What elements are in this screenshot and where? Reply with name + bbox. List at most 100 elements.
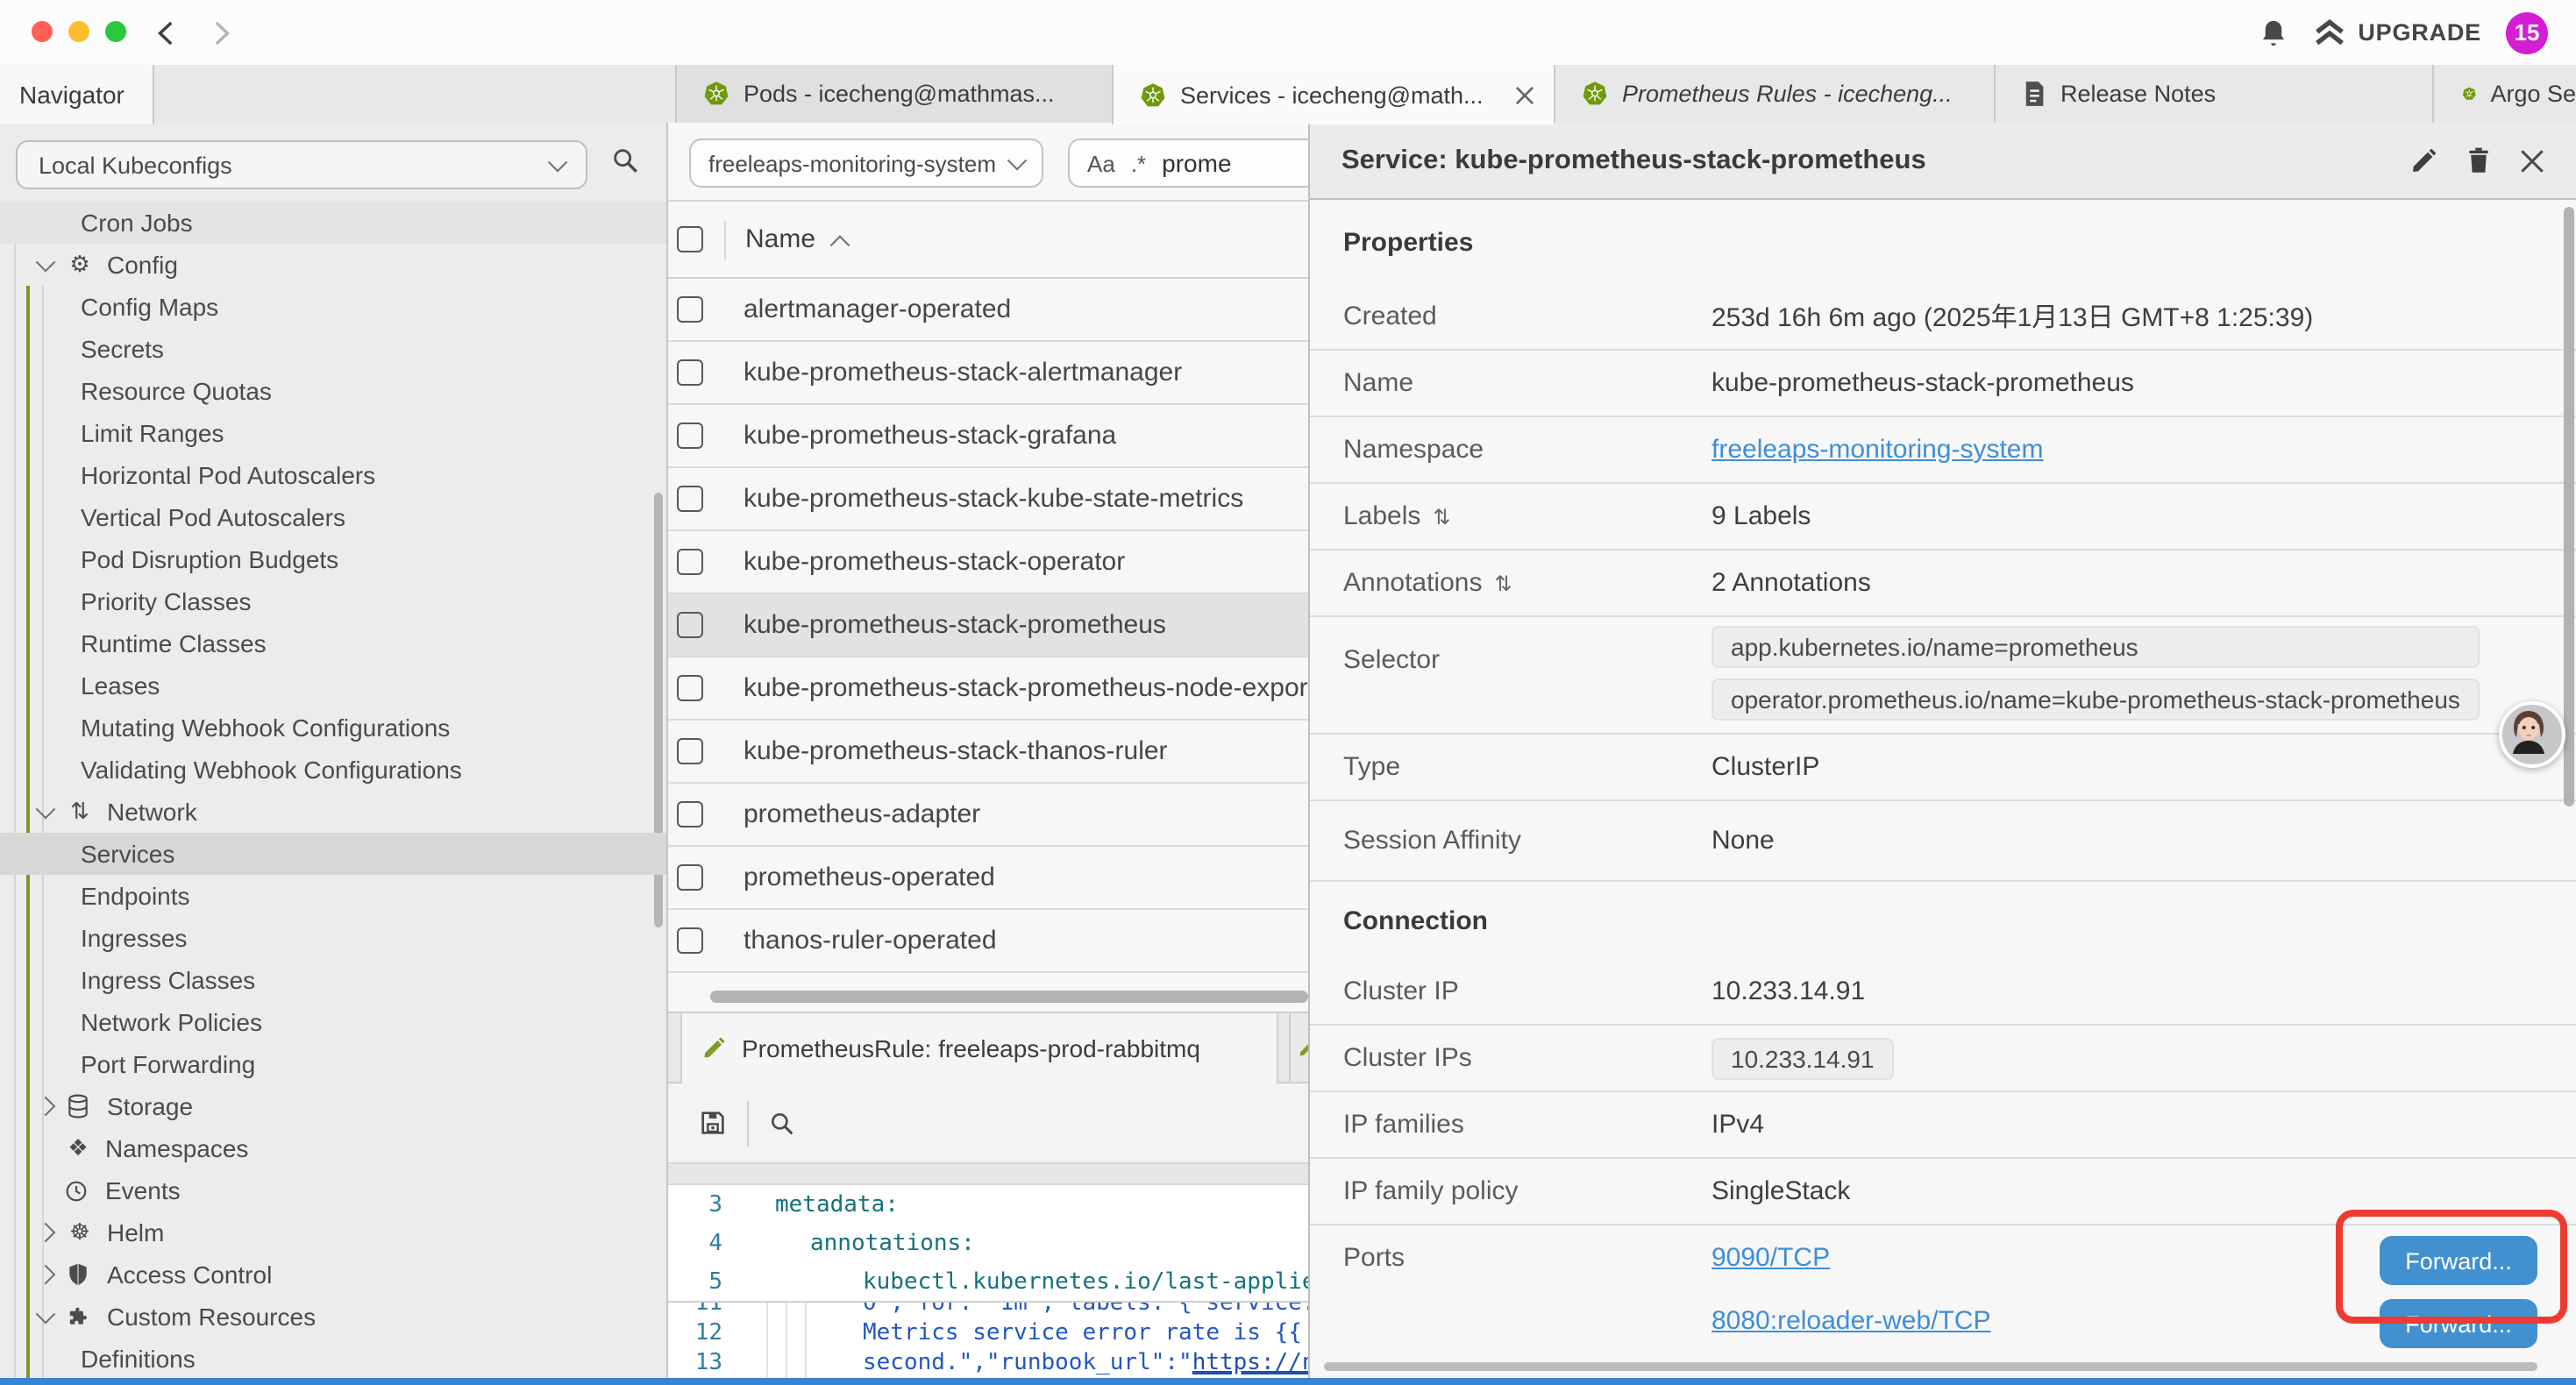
sidebar-item-limit-ranges[interactable]: Limit Ranges (0, 412, 666, 454)
chevron-right-icon[interactable] (36, 1265, 56, 1285)
sidebar-item-services[interactable]: Services (0, 833, 666, 875)
sidebar-item-pod-disruption-budgets[interactable]: Pod Disruption Budgets (0, 538, 666, 580)
sidebar-item-horizontal-pod-autoscalers[interactable]: Horizontal Pod Autoscalers (0, 454, 666, 496)
chevron-down-icon[interactable] (36, 1304, 56, 1325)
editor-splitter[interactable] (668, 1164, 1308, 1185)
sidebar-search-icon[interactable] (610, 146, 640, 175)
sidebar-item-namespaces[interactable]: ❖ Namespaces (0, 1127, 666, 1169)
close-icon[interactable] (2520, 148, 2544, 173)
details-bottom-scrollbar[interactable] (1324, 1362, 2537, 1371)
row-checkbox[interactable] (677, 612, 703, 638)
forward-button[interactable]: Forward... (2380, 1236, 2537, 1285)
row-checkbox[interactable] (677, 549, 703, 575)
table-row[interactable]: kube-prometheus-stack-thanos-ruler (668, 721, 1308, 784)
row-checkbox[interactable] (677, 486, 703, 512)
chevron-right-icon[interactable] (36, 1223, 56, 1243)
table-row[interactable]: kube-prometheus-stack-grafana (668, 405, 1308, 468)
sidebar-item-validating-webhook-configurations[interactable]: Validating Webhook Configurations (0, 749, 666, 791)
table-row[interactable]: kube-prometheus-stack-alertmanager (668, 342, 1308, 405)
sidebar-item-leases[interactable]: Leases (0, 664, 666, 707)
editor-tab-partial[interactable] (1289, 1013, 1308, 1083)
column-header-name[interactable]: Name (745, 224, 815, 254)
table-row[interactable]: kube-prometheus-stack-operator (668, 531, 1308, 594)
back-icon[interactable] (151, 18, 182, 49)
port-link[interactable]: 9090/TCP (1711, 1242, 1830, 1272)
horizontal-scrollbar[interactable] (710, 991, 1308, 1003)
minimize-window-button[interactable] (68, 21, 89, 42)
sidebar-item-mutating-webhook-configurations[interactable]: Mutating Webhook Configurations (0, 707, 666, 749)
match-case-toggle[interactable]: Aa (1087, 150, 1115, 176)
sidebar-item-config-maps[interactable]: Config Maps (0, 286, 666, 328)
close-tab-icon[interactable] (1515, 85, 1534, 104)
namespace-filter-dropdown[interactable]: freeleaps-monitoring-system (689, 138, 1043, 188)
bell-icon[interactable] (2258, 17, 2288, 48)
kubeconfig-selector[interactable]: Local Kubeconfigs (16, 140, 587, 189)
table-row-selected[interactable]: kube-prometheus-stack-prometheus (668, 594, 1308, 657)
sidebar-item-resource-quotas[interactable]: Resource Quotas (0, 370, 666, 412)
namespace-link[interactable]: freeleaps-monitoring-system (1711, 435, 2044, 465)
tab-release-notes[interactable]: Release Notes (1994, 65, 2432, 123)
sidebar-item-events[interactable]: Events (0, 1169, 666, 1211)
port-link[interactable]: 8080:reloader-web/TCP (1711, 1305, 1991, 1335)
tab-argo[interactable]: Argo Se (2432, 65, 2576, 123)
sidebar-item-custom-resources[interactable]: Custom Resources (0, 1296, 666, 1338)
table-row[interactable]: kube-prometheus-stack-kube-state-metrics (668, 468, 1308, 531)
sort-icon[interactable]: ⇅ (1494, 571, 1512, 595)
table-row[interactable]: alertmanager-operated (668, 279, 1308, 342)
sidebar-item-endpoints[interactable]: Endpoints (0, 875, 666, 917)
sidebar-item-network-policies[interactable]: Network Policies (0, 1001, 666, 1043)
select-all-checkbox[interactable] (677, 226, 703, 252)
sidebar-item-port-forwarding[interactable]: Port Forwarding (0, 1043, 666, 1085)
chevron-down-icon[interactable] (36, 252, 56, 273)
list-search-input[interactable]: Aa .* prome (1068, 138, 1308, 188)
row-checkbox[interactable] (677, 359, 703, 386)
tab-services[interactable]: Services - icecheng@math... (1112, 65, 1554, 124)
delete-icon[interactable] (2466, 146, 2492, 175)
sidebar-item-storage[interactable]: Storage (0, 1085, 666, 1127)
close-window-button[interactable] (32, 21, 53, 42)
row-checkbox[interactable] (677, 423, 703, 449)
details-scrollbar[interactable] (2564, 207, 2574, 806)
regex-toggle[interactable]: .* (1131, 150, 1146, 176)
save-icon[interactable] (698, 1108, 728, 1138)
forward-icon[interactable] (205, 18, 237, 49)
editor-search-icon[interactable] (768, 1109, 796, 1137)
sort-ascending-icon[interactable] (830, 234, 850, 254)
row-checkbox[interactable] (677, 864, 703, 891)
row-checkbox[interactable] (677, 801, 703, 827)
sidebar-item-ingresses[interactable]: Ingresses (0, 917, 666, 959)
edit-icon[interactable] (2409, 146, 2437, 174)
sidebar-item-runtime-classes[interactable]: Runtime Classes (0, 622, 666, 664)
editor-tab-prometheusrule[interactable]: PrometheusRule: freeleaps-prod-rabbitmq (680, 1013, 1278, 1083)
notification-badge[interactable]: 15 (2506, 11, 2548, 53)
sidebar-item-config[interactable]: ⚙ Config (0, 244, 666, 286)
avatar[interactable] (2499, 701, 2565, 768)
table-row[interactable]: kube-prometheus-stack-prometheus-node-ex… (668, 657, 1308, 721)
sidebar-item-helm[interactable]: ☸ Helm (0, 1211, 666, 1254)
row-checkbox[interactable] (677, 927, 703, 954)
chevron-right-icon[interactable] (36, 1097, 56, 1117)
forward-button[interactable]: Forward... (2380, 1299, 2537, 1348)
row-checkbox[interactable] (677, 738, 703, 764)
sidebar-item-vertical-pod-autoscalers[interactable]: Vertical Pod Autoscalers (0, 496, 666, 538)
table-row[interactable]: prometheus-operated (668, 847, 1308, 910)
row-checkbox[interactable] (677, 296, 703, 323)
table-row[interactable]: thanos-ruler-operated (668, 910, 1308, 973)
sidebar-item-cron-jobs[interactable]: Cron Jobs (0, 202, 666, 244)
tab-pods[interactable]: Pods - icecheng@mathmas... (675, 65, 1112, 123)
table-row[interactable]: prometheus-adapter (668, 784, 1308, 847)
sidebar-item-network[interactable]: ⇅ Network (0, 791, 666, 833)
maximize-window-button[interactable] (105, 21, 126, 42)
sidebar-item-access-control[interactable]: Access Control (0, 1254, 666, 1296)
sort-icon[interactable]: ⇅ (1433, 504, 1450, 529)
upgrade-button[interactable]: UPGRADE (2312, 18, 2481, 46)
row-checkbox[interactable] (677, 675, 703, 701)
navigator-panel-tab[interactable]: Navigator (0, 65, 154, 124)
chevron-down-icon[interactable] (36, 799, 56, 820)
sidebar-item-priority-classes[interactable]: Priority Classes (0, 580, 666, 622)
sidebar-item-secrets[interactable]: Secrets (0, 328, 666, 370)
sidebar-item-ingress-classes[interactable]: Ingress Classes (0, 959, 666, 1001)
code-link[interactable]: https://net (1192, 1350, 1308, 1376)
yaml-editor[interactable]: 3metadata: 4annotations: 5kubectl.kubern… (668, 1185, 1308, 1378)
sidebar-item-definitions[interactable]: Definitions (0, 1338, 666, 1378)
